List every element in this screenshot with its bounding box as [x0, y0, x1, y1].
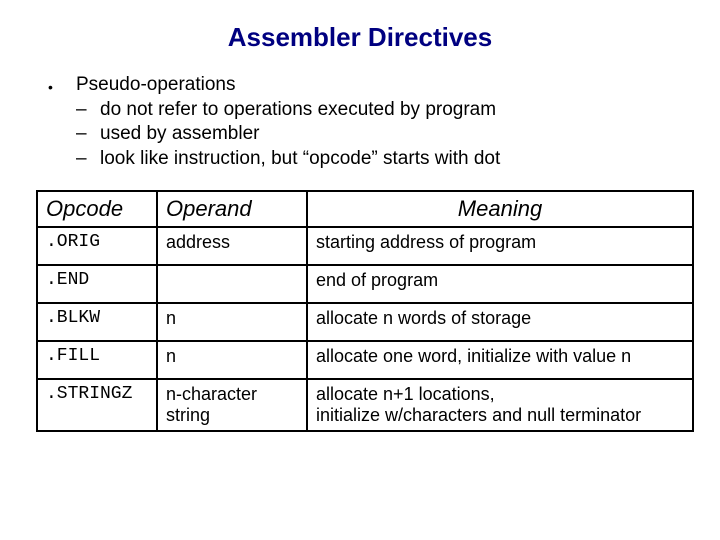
- cell-operand: n: [157, 341, 307, 379]
- cell-opcode: .ORIG: [37, 227, 157, 265]
- table-row: .ORIG address starting address of progra…: [37, 227, 693, 265]
- sub-bullet-text: look like instruction, but “opcode” star…: [100, 147, 500, 172]
- dash-icon: –: [76, 98, 100, 123]
- cell-opcode: .STRINGZ: [37, 379, 157, 431]
- sub-bullet: – look like instruction, but “opcode” st…: [76, 147, 720, 172]
- cell-operand: address: [157, 227, 307, 265]
- bullet-dot-icon: •: [48, 73, 76, 96]
- cell-operand: n: [157, 303, 307, 341]
- header-opcode: Opcode: [37, 191, 157, 227]
- header-operand: Operand: [157, 191, 307, 227]
- sub-bullet-text: do not refer to operations executed by p…: [100, 98, 496, 123]
- cell-meaning: allocate n+1 locations, initialize w/cha…: [307, 379, 693, 431]
- bullet-main-text: Pseudo-operations: [76, 73, 236, 98]
- table-row: .END end of program: [37, 265, 693, 303]
- cell-operand: [157, 265, 307, 303]
- cell-opcode: .FILL: [37, 341, 157, 379]
- table-row: .FILL n allocate one word, initialize wi…: [37, 341, 693, 379]
- header-meaning: Meaning: [307, 191, 693, 227]
- cell-opcode: .END: [37, 265, 157, 303]
- cell-meaning: allocate one word, initialize with value…: [307, 341, 693, 379]
- cell-meaning: allocate n words of storage: [307, 303, 693, 341]
- sub-bullet: – used by assembler: [76, 122, 720, 147]
- bullet-main: • Pseudo-operations: [48, 73, 720, 98]
- table-row: .BLKW n allocate n words of storage: [37, 303, 693, 341]
- directives-table: Opcode Operand Meaning .ORIG address sta…: [36, 190, 694, 432]
- sub-bullet: – do not refer to operations executed by…: [76, 98, 720, 123]
- cell-meaning: end of program: [307, 265, 693, 303]
- dash-icon: –: [76, 147, 100, 172]
- cell-operand: n-character string: [157, 379, 307, 431]
- table-header-row: Opcode Operand Meaning: [37, 191, 693, 227]
- cell-opcode: .BLKW: [37, 303, 157, 341]
- bullet-list: • Pseudo-operations – do not refer to op…: [0, 73, 720, 190]
- cell-meaning: starting address of program: [307, 227, 693, 265]
- slide-title: Assembler Directives: [0, 0, 720, 73]
- table-row: .STRINGZ n-character string allocate n+1…: [37, 379, 693, 431]
- dash-icon: –: [76, 122, 100, 147]
- sub-bullet-text: used by assembler: [100, 122, 259, 147]
